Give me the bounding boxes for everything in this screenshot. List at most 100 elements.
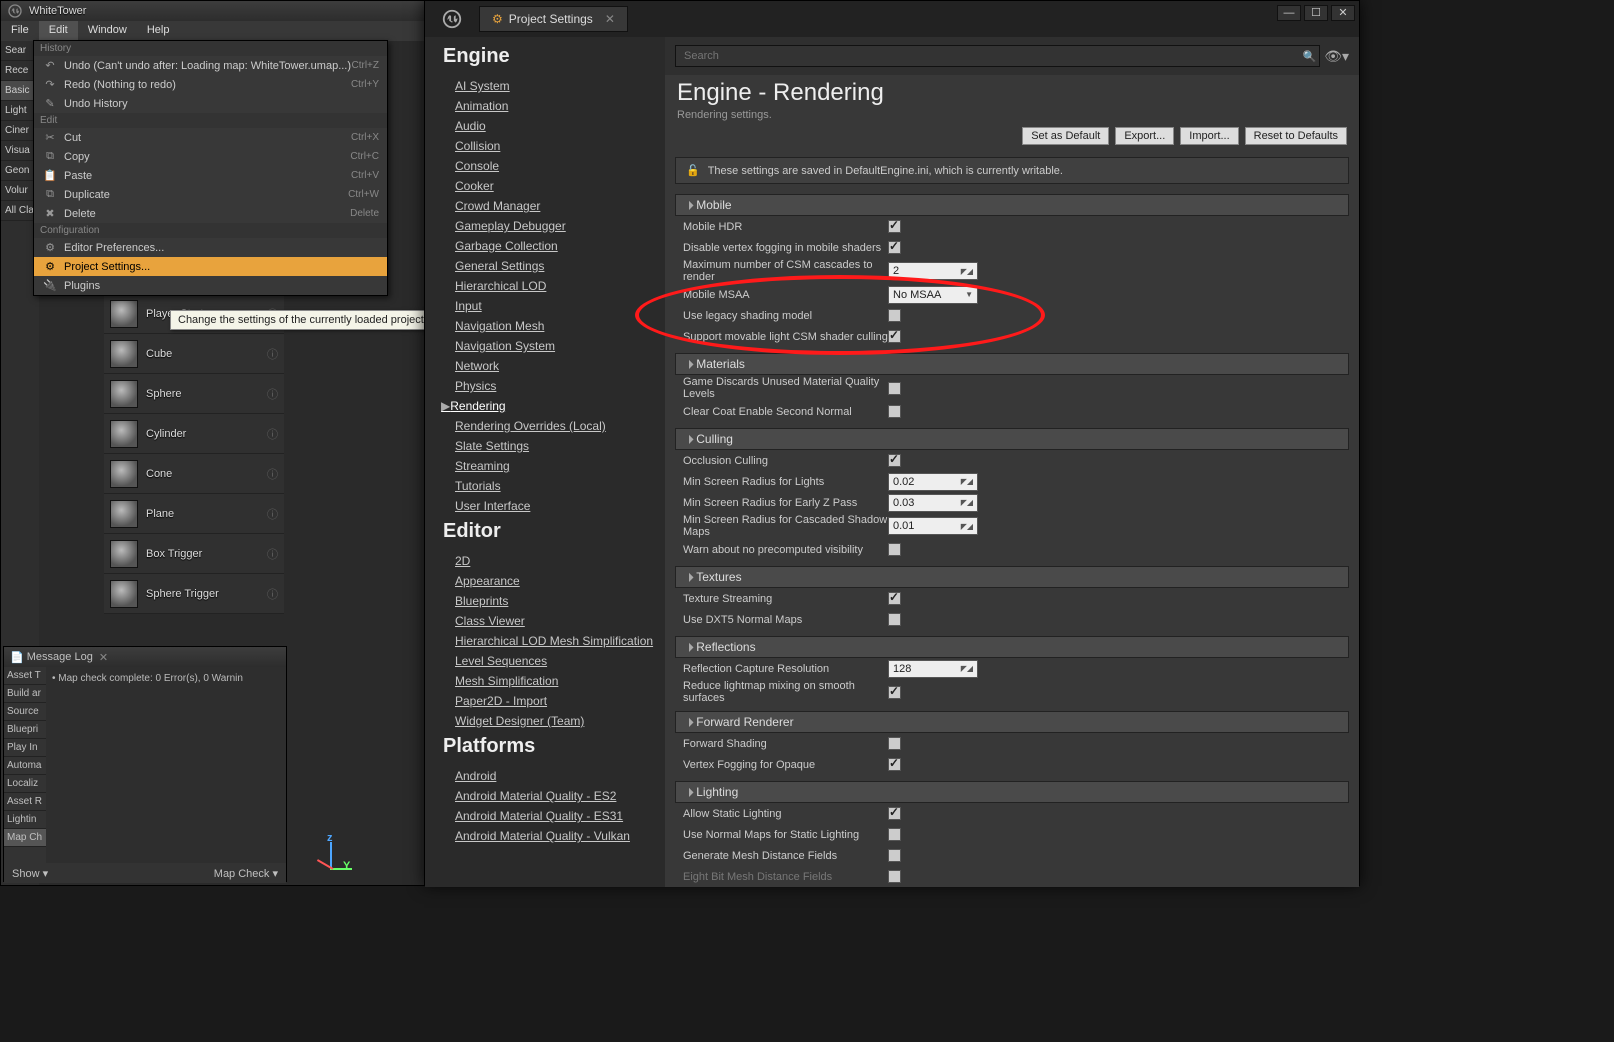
menu-window[interactable]: Window xyxy=(78,21,137,41)
nav-link[interactable]: Navigation Mesh xyxy=(425,316,665,336)
vertex-fog-checkbox[interactable] xyxy=(888,241,901,254)
nav-link[interactable]: Streaming xyxy=(425,456,665,476)
nav-link[interactable]: Slate Settings xyxy=(425,436,665,456)
place-item[interactable]: Planeⓘ xyxy=(104,494,284,534)
nav-link[interactable]: Input xyxy=(425,296,665,316)
nav-link[interactable]: Mesh Simplification xyxy=(425,671,665,691)
group-mobile[interactable]: Mobile xyxy=(675,194,1349,216)
movable-csm-checkbox[interactable] xyxy=(888,330,901,343)
log-category[interactable]: Play In xyxy=(4,739,46,757)
nav-link[interactable]: Crowd Manager xyxy=(425,196,665,216)
visibility-icon[interactable]: 👁▾ xyxy=(1324,48,1349,65)
window-maximize-button[interactable]: ☐ xyxy=(1304,5,1328,21)
mobile-hdr-checkbox[interactable] xyxy=(888,220,901,233)
log-category[interactable]: Asset R xyxy=(4,793,46,811)
nav-link[interactable]: Android Material Quality - Vulkan xyxy=(425,826,665,846)
forward-shading-checkbox[interactable] xyxy=(888,737,901,750)
log-category[interactable]: Automa xyxy=(4,757,46,775)
discard-materials-checkbox[interactable] xyxy=(888,382,901,395)
nav-link[interactable]: Widget Designer (Team) xyxy=(425,711,665,731)
close-icon[interactable]: ✕ xyxy=(605,12,615,26)
nav-link[interactable]: Garbage Collection xyxy=(425,236,665,256)
log-category[interactable]: Map Ch xyxy=(4,829,46,847)
menu-help[interactable]: Help xyxy=(137,21,180,41)
set-as-default-button[interactable]: Set as Default xyxy=(1022,127,1109,145)
window-minimize-button[interactable]: — xyxy=(1277,5,1301,21)
menu-cut[interactable]: ✂CutCtrl+X xyxy=(34,128,387,147)
vertex-fog-opaque-checkbox[interactable] xyxy=(888,758,901,771)
log-category[interactable]: Localiz xyxy=(4,775,46,793)
settings-scroll-area[interactable]: Mobile Mobile HDR Disable vertex fogging… xyxy=(665,188,1359,887)
log-category[interactable]: Build ar xyxy=(4,685,46,703)
group-forward[interactable]: Forward Renderer xyxy=(675,711,1349,733)
log-category[interactable]: Source xyxy=(4,703,46,721)
nav-link-rendering[interactable]: Rendering xyxy=(425,396,665,416)
csm-cascades-input[interactable]: 2◤◢ xyxy=(888,262,978,280)
place-item[interactable]: Sphere Triggerⓘ xyxy=(104,574,284,614)
menu-undo[interactable]: ↶Undo (Can't undo after: Loading map: Wh… xyxy=(34,56,387,75)
nav-link[interactable]: Network xyxy=(425,356,665,376)
warn-visibility-checkbox[interactable] xyxy=(888,543,901,556)
mapcheck-dropdown[interactable]: Map Check xyxy=(214,867,278,880)
place-item[interactable]: Cubeⓘ xyxy=(104,334,284,374)
nav-link[interactable]: Tutorials xyxy=(425,476,665,496)
menu-copy[interactable]: ⧉CopyCtrl+C xyxy=(34,147,387,166)
nav-link[interactable]: Console xyxy=(425,156,665,176)
min-radius-csm-input[interactable]: 0.01◤◢ xyxy=(888,517,978,535)
normalmaps-static-checkbox[interactable] xyxy=(888,828,901,841)
min-radius-lights-input[interactable]: 0.02◤◢ xyxy=(888,473,978,491)
nav-link[interactable]: Audio xyxy=(425,116,665,136)
nav-link[interactable]: Hierarchical LOD xyxy=(425,276,665,296)
settings-nav[interactable]: Engine AI System Animation Audio Collisi… xyxy=(425,37,665,887)
menu-edit[interactable]: Edit xyxy=(39,21,78,41)
place-item[interactable]: Cylinderⓘ xyxy=(104,414,284,454)
import-button[interactable]: Import... xyxy=(1180,127,1238,145)
nav-link[interactable]: General Settings xyxy=(425,256,665,276)
log-category[interactable]: Bluepri xyxy=(4,721,46,739)
nav-link[interactable]: Physics xyxy=(425,376,665,396)
mobile-msaa-select[interactable]: No MSAA▼ xyxy=(888,286,978,304)
nav-link[interactable]: Hierarchical LOD Mesh Simplification xyxy=(425,631,665,651)
place-item[interactable]: Sphereⓘ xyxy=(104,374,284,414)
nav-link[interactable]: Animation xyxy=(425,96,665,116)
settings-tab[interactable]: ⚙Project Settings✕ xyxy=(479,6,628,32)
group-culling[interactable]: Culling xyxy=(675,428,1349,450)
group-materials[interactable]: Materials xyxy=(675,353,1349,375)
nav-link[interactable]: Class Viewer xyxy=(425,611,665,631)
nav-link[interactable]: Navigation System xyxy=(425,336,665,356)
menu-project-settings[interactable]: ⚙Project Settings... xyxy=(34,257,387,276)
nav-link[interactable]: Cooker xyxy=(425,176,665,196)
nav-link[interactable]: Level Sequences xyxy=(425,651,665,671)
nav-link[interactable]: Gameplay Debugger xyxy=(425,216,665,236)
place-item[interactable]: Coneⓘ xyxy=(104,454,284,494)
nav-link[interactable]: Android xyxy=(425,766,665,786)
menu-file[interactable]: File xyxy=(1,21,39,41)
menu-plugins[interactable]: 🔌Plugins xyxy=(34,276,387,295)
occlusion-culling-checkbox[interactable] xyxy=(888,454,901,467)
nav-link[interactable]: Blueprints xyxy=(425,591,665,611)
legacy-shading-checkbox[interactable] xyxy=(888,309,901,322)
group-lighting[interactable]: Lighting xyxy=(675,781,1349,803)
eightbit-distfields-checkbox[interactable] xyxy=(888,870,901,883)
nav-link[interactable]: 2D xyxy=(425,551,665,571)
menu-duplicate[interactable]: ⧉DuplicateCtrl+W xyxy=(34,185,387,204)
message-log-header[interactable]: 📄 Message Log✕ xyxy=(4,647,286,667)
group-textures[interactable]: Textures xyxy=(675,566,1349,588)
nav-link[interactable]: AI System xyxy=(425,76,665,96)
menu-undo-history[interactable]: ✎Undo History xyxy=(34,94,387,113)
menu-editor-preferences[interactable]: ⚙Editor Preferences... xyxy=(34,238,387,257)
nav-link[interactable]: Android Material Quality - ES2 xyxy=(425,786,665,806)
export-button[interactable]: Export... xyxy=(1115,127,1174,145)
nav-link[interactable]: Collision xyxy=(425,136,665,156)
nav-link[interactable]: Paper2D - Import xyxy=(425,691,665,711)
nav-link[interactable]: Android Material Quality - ES31 xyxy=(425,806,665,826)
reset-defaults-button[interactable]: Reset to Defaults xyxy=(1245,127,1347,145)
clearcoat-checkbox[interactable] xyxy=(888,405,901,418)
menu-delete[interactable]: ✖DeleteDelete xyxy=(34,204,387,223)
min-radius-earlyz-input[interactable]: 0.03◤◢ xyxy=(888,494,978,512)
place-item[interactable]: Box Triggerⓘ xyxy=(104,534,284,574)
show-dropdown[interactable]: Show xyxy=(12,867,48,880)
settings-search-input[interactable] xyxy=(675,45,1320,67)
log-category[interactable]: Lightin xyxy=(4,811,46,829)
dxt5-checkbox[interactable] xyxy=(888,613,901,626)
